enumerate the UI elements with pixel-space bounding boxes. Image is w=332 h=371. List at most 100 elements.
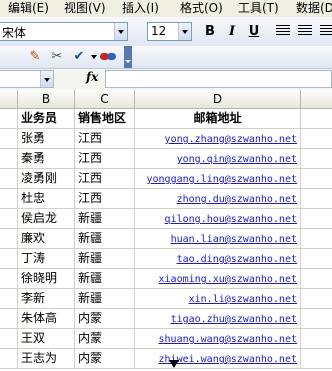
- email-cell[interactable]: xin.li@szwanho.net: [135, 289, 301, 309]
- column-header-d[interactable]: D: [135, 90, 301, 109]
- chart-icon[interactable]: ✔: [68, 46, 90, 68]
- row-header[interactable]: [0, 329, 18, 349]
- email-link[interactable]: yong.zhang@szwanho.net: [165, 134, 297, 145]
- font-name-combo[interactable]: 宋体: [0, 22, 128, 41]
- empty-cell[interactable]: [301, 349, 332, 369]
- region-cell[interactable]: 江西: [75, 129, 135, 149]
- row-header[interactable]: [0, 349, 18, 369]
- email-cell[interactable]: yong.zhang@szwanho.net: [135, 129, 301, 149]
- formula-input[interactable]: [105, 70, 332, 88]
- email-cell[interactable]: tigao.zhu@szwanho.net: [135, 309, 301, 329]
- email-link[interactable]: tao.ding@szwanho.net: [177, 254, 297, 265]
- column-header-b[interactable]: B: [18, 90, 75, 109]
- row-header[interactable]: [0, 169, 18, 189]
- email-cell[interactable]: zhiwei.wang@szwanho.net: [135, 349, 301, 369]
- email-link[interactable]: zhong.du@szwanho.net: [177, 194, 297, 205]
- pen-icon[interactable]: ✎: [24, 46, 46, 68]
- empty-cell[interactable]: [301, 329, 332, 349]
- salesperson-cell[interactable]: 杜忠: [18, 189, 75, 209]
- empty-cell[interactable]: [301, 269, 332, 289]
- align-center-icon[interactable]: [298, 25, 312, 37]
- menu-edit[interactable]: 编辑(E): [8, 0, 49, 16]
- row-header[interactable]: [0, 249, 18, 269]
- email-cell[interactable]: zhong.du@szwanho.net: [135, 189, 301, 209]
- region-cell[interactable]: 江西: [75, 189, 135, 209]
- salesperson-cell[interactable]: 侯启龙: [18, 209, 75, 229]
- align-right-icon[interactable]: [320, 25, 332, 37]
- menu-format[interactable]: 格式(O): [180, 0, 223, 16]
- salesperson-cell[interactable]: 廉欢: [18, 229, 75, 249]
- empty-cell[interactable]: [301, 289, 332, 309]
- email-link[interactable]: yonggang.ling@szwanho.net: [146, 174, 297, 185]
- empty-cell[interactable]: [301, 229, 332, 249]
- empty-cell[interactable]: [301, 129, 332, 149]
- email-link[interactable]: tigao.zhu@szwanho.net: [171, 314, 297, 325]
- empty-cell[interactable]: [301, 169, 332, 189]
- email-cell[interactable]: yonggang.ling@szwanho.net: [135, 169, 301, 189]
- menu-insert[interactable]: 插入(I): [122, 0, 159, 16]
- row-header[interactable]: [0, 209, 18, 229]
- empty-cell[interactable]: [301, 149, 332, 169]
- underline-button[interactable]: U: [244, 22, 264, 41]
- email-link[interactable]: huan.lian@szwanho.net: [171, 234, 297, 245]
- email-cell[interactable]: xiaoming.xu@szwanho.net: [135, 269, 301, 289]
- email-cell[interactable]: qilong.hou@szwanho.net: [135, 209, 301, 229]
- menu-view[interactable]: 视图(V): [64, 0, 106, 16]
- empty-cell[interactable]: [301, 189, 332, 209]
- email-cell[interactable]: shuang.wang@szwanho.net: [135, 329, 301, 349]
- region-cell[interactable]: 新疆: [75, 249, 135, 269]
- row-header[interactable]: [0, 149, 18, 169]
- region-cell[interactable]: 新疆: [75, 289, 135, 309]
- row-header[interactable]: [0, 109, 18, 129]
- dropdown-icon[interactable]: [90, 52, 99, 62]
- region-cell[interactable]: 内蒙: [75, 309, 135, 329]
- salesperson-cell[interactable]: 秦勇: [18, 149, 75, 169]
- fx-icon[interactable]: fx: [86, 70, 98, 84]
- empty-cell[interactable]: [301, 109, 332, 129]
- email-link[interactable]: yong.qin@szwanho.net: [177, 154, 297, 165]
- email-cell[interactable]: tao.ding@szwanho.net: [135, 249, 301, 269]
- salesperson-cell[interactable]: 凌勇刚: [18, 169, 75, 189]
- column-header-c[interactable]: C: [75, 90, 135, 109]
- salesperson-cell[interactable]: 徐晓明: [18, 269, 75, 289]
- region-cell[interactable]: 内蒙: [75, 329, 135, 349]
- region-cell[interactable]: 新疆: [75, 209, 135, 229]
- salesperson-cell[interactable]: 朱体高: [18, 309, 75, 329]
- email-link[interactable]: xiaoming.xu@szwanho.net: [159, 274, 297, 285]
- email-link[interactable]: qilong.hou@szwanho.net: [165, 214, 297, 225]
- region-cell[interactable]: 江西: [75, 169, 135, 189]
- tools-icon[interactable]: ✂: [46, 46, 68, 68]
- salesperson-cell[interactable]: 丁涛: [18, 249, 75, 269]
- region-cell[interactable]: 内蒙: [75, 349, 135, 369]
- header-cell-salesperson[interactable]: 业务员: [18, 109, 75, 129]
- link-icon[interactable]: [100, 51, 118, 63]
- name-box[interactable]: [0, 70, 54, 88]
- toolbar-overflow-icon[interactable]: [124, 46, 132, 68]
- font-size-combo[interactable]: 12: [147, 22, 192, 41]
- header-cell-email[interactable]: 邮箱地址: [135, 109, 301, 129]
- row-header[interactable]: [0, 129, 18, 149]
- empty-cell[interactable]: [301, 309, 332, 329]
- menu-data[interactable]: 数据(D): [296, 0, 332, 16]
- email-link[interactable]: shuang.wang@szwanho.net: [159, 334, 297, 345]
- region-cell[interactable]: 江西: [75, 149, 135, 169]
- row-header[interactable]: [0, 289, 18, 309]
- salesperson-cell[interactable]: 王双: [18, 329, 75, 349]
- email-cell[interactable]: yong.qin@szwanho.net: [135, 149, 301, 169]
- row-header[interactable]: [0, 269, 18, 289]
- header-cell-region[interactable]: 销售地区: [75, 109, 135, 129]
- row-header[interactable]: [0, 229, 18, 249]
- column-header-e[interactable]: [301, 90, 332, 109]
- italic-button[interactable]: I: [222, 22, 242, 41]
- chevron-down-icon[interactable]: [114, 23, 127, 40]
- salesperson-cell[interactable]: 张勇: [18, 129, 75, 149]
- row-header[interactable]: [0, 189, 18, 209]
- region-cell[interactable]: 新疆: [75, 229, 135, 249]
- align-left-icon[interactable]: [276, 25, 290, 37]
- bold-button[interactable]: B: [200, 22, 220, 41]
- select-all-corner[interactable]: [0, 90, 18, 109]
- row-header[interactable]: [0, 309, 18, 329]
- salesperson-cell[interactable]: 王志为: [18, 349, 75, 369]
- empty-cell[interactable]: [301, 209, 332, 229]
- menu-tools[interactable]: 工具(T): [238, 0, 279, 16]
